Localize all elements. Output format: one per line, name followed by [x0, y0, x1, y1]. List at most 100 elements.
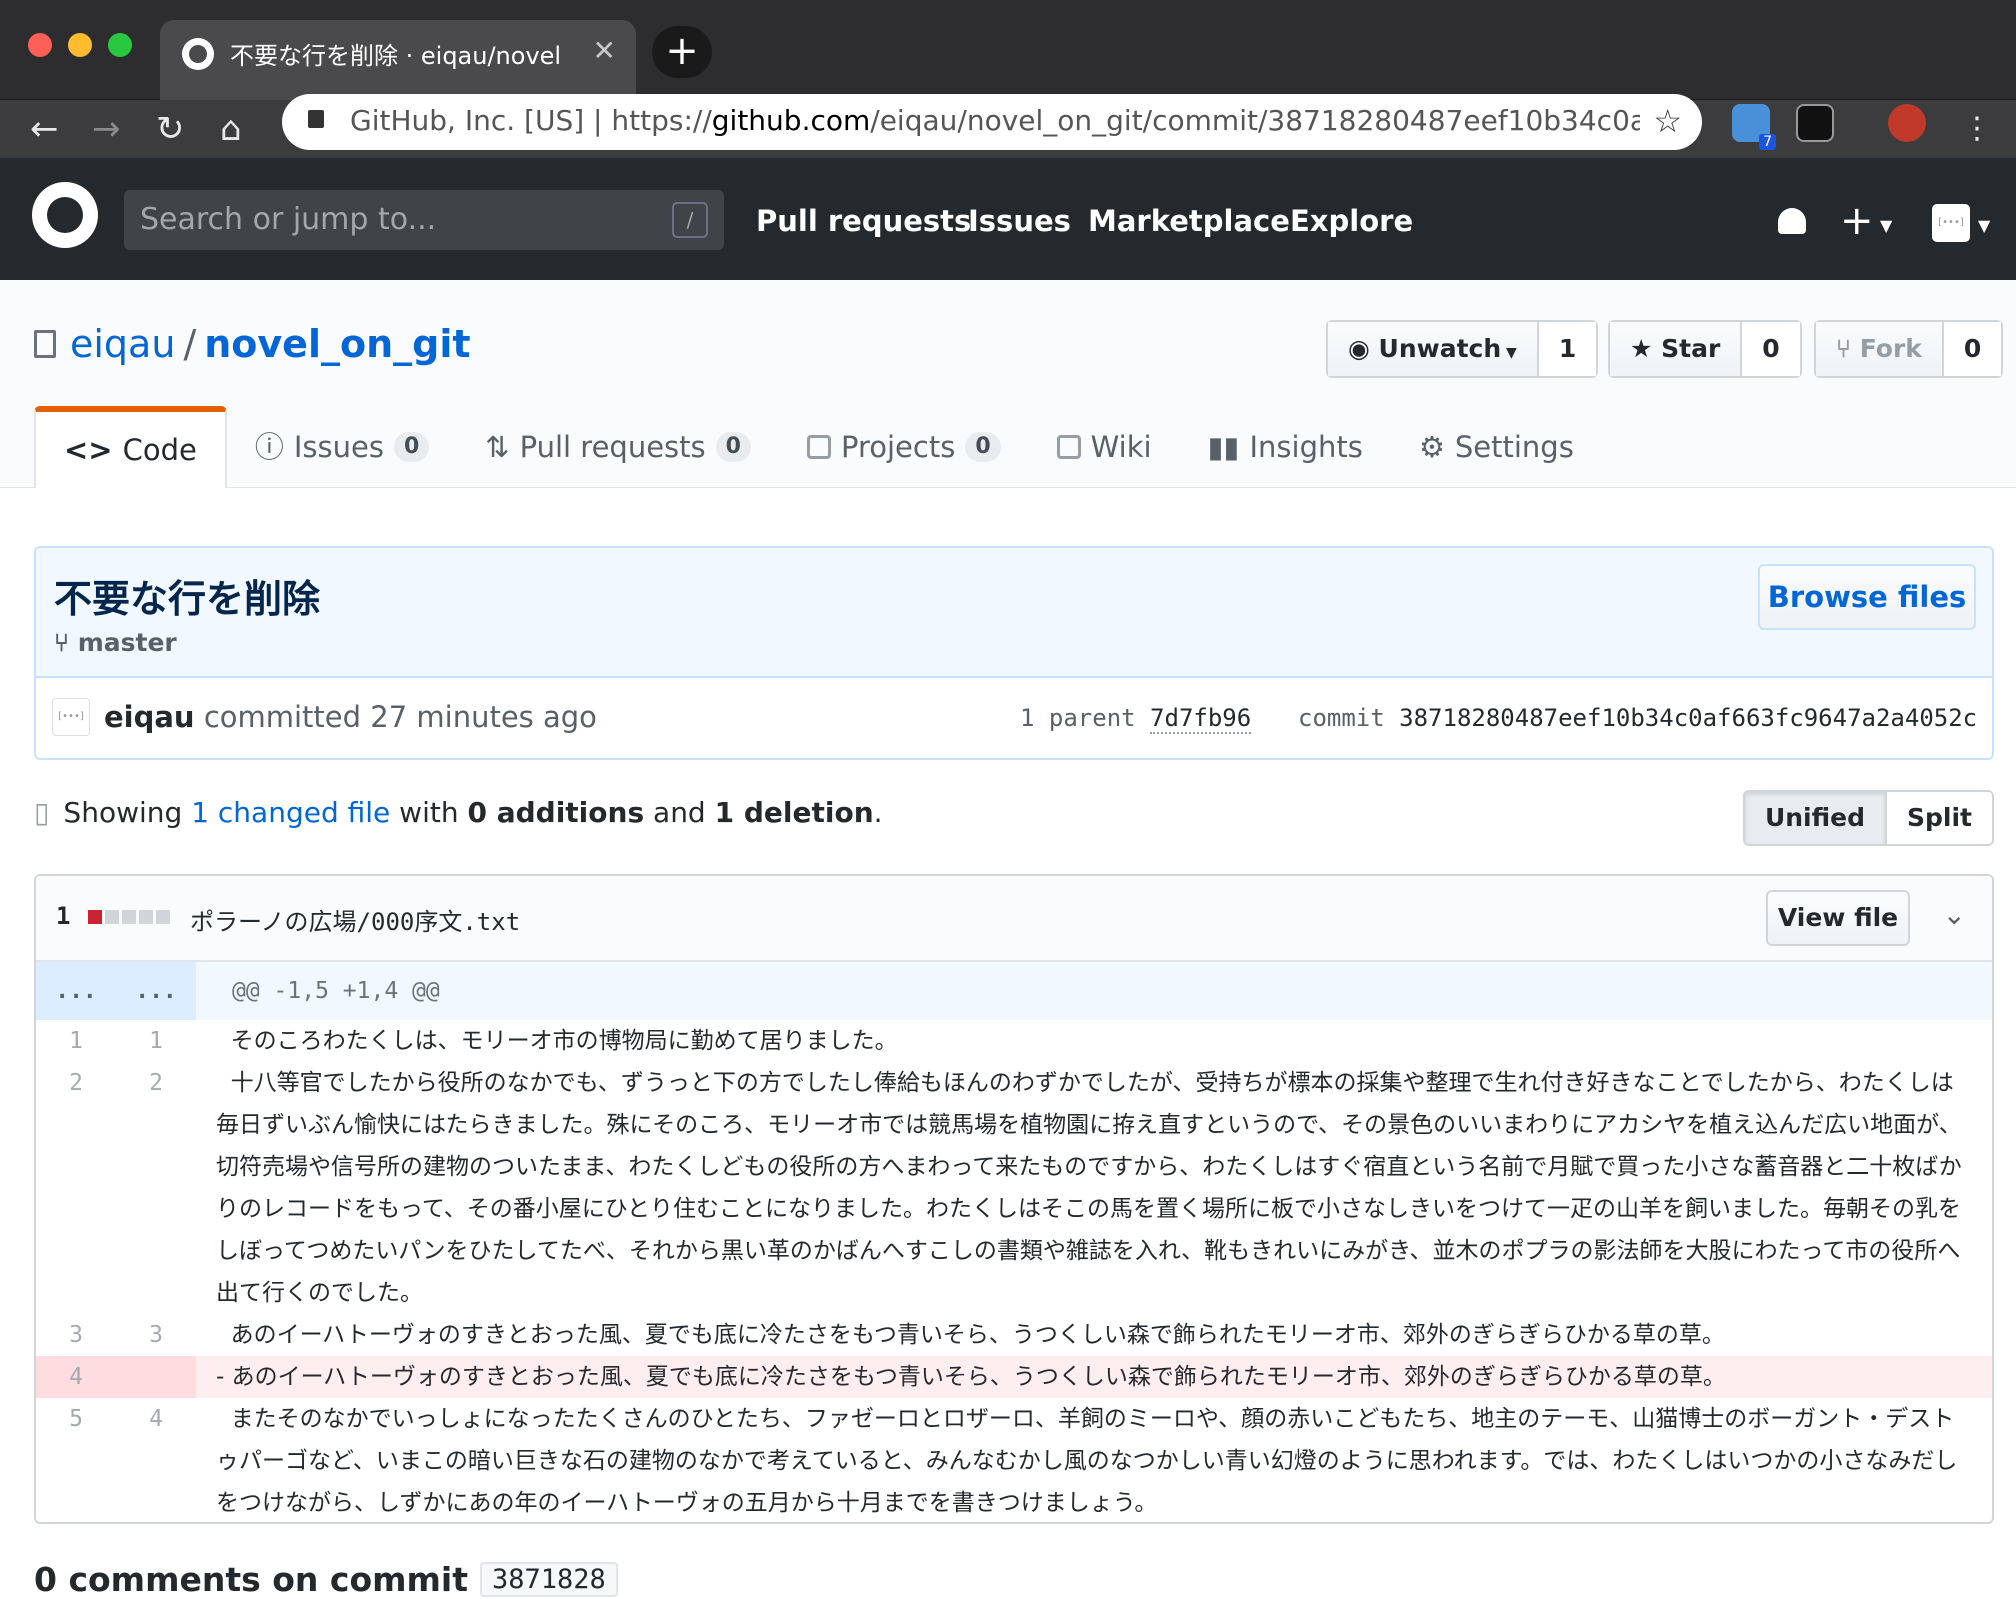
maximize-window-button[interactable]: [108, 33, 132, 57]
nav-explore[interactable]: Explore: [1290, 204, 1413, 238]
nav-pull-requests[interactable]: Pull requests: [756, 204, 971, 238]
profile-avatar-icon[interactable]: [1888, 104, 1926, 142]
branch-name[interactable]: master: [78, 628, 177, 657]
nav-issues[interactable]: Issues: [968, 204, 1071, 238]
new-line-number[interactable]: 2: [116, 1062, 196, 1314]
reload-icon[interactable]: ↻: [156, 106, 185, 152]
tab-label: Insights: [1249, 430, 1363, 464]
old-line-number[interactable]: 4: [36, 1356, 116, 1398]
hunk-header: ... ... @@ -1,5 +1,4 @@: [36, 962, 1992, 1020]
comments-sha[interactable]: 3871828: [479, 1562, 618, 1597]
book-icon: [1056, 435, 1081, 459]
browser-tab[interactable]: 不要な行を削除 · eiqau/novel_o ✕: [160, 20, 636, 100]
pull-request-icon: ⇅: [485, 430, 510, 464]
repo-name-link[interactable]: novel_on_git: [204, 322, 470, 366]
expand-up-icon[interactable]: ...: [36, 962, 116, 1020]
browse-files-button[interactable]: Browse files: [1758, 564, 1976, 630]
watch-count[interactable]: 1: [1538, 322, 1597, 376]
tab-code[interactable]: <> Code: [34, 406, 227, 488]
lock-icon: [308, 110, 324, 128]
issue-icon: ⓘ: [254, 430, 284, 464]
old-line-number[interactable]: 1: [36, 1020, 116, 1062]
forward-icon[interactable]: →: [92, 106, 121, 152]
old-line-number[interactable]: 5: [36, 1398, 116, 1522]
hunk-text: @@ -1,5 +1,4 @@: [232, 978, 440, 1004]
chevron-down-icon[interactable]: ▼: [1880, 216, 1892, 235]
line-content: またそのなかでいっしょになったたくさんのひとたち、ファゼーロとロザーロ、羊飼のミ…: [216, 1406, 1958, 1516]
github-favicon-icon: [182, 38, 214, 70]
tab-projects[interactable]: Projects 0: [779, 406, 1029, 488]
fork-button[interactable]: ⑂ Fork: [1816, 322, 1944, 376]
tab-counter: 0: [715, 432, 751, 462]
create-new-plus-icon[interactable]: +: [1840, 198, 1874, 244]
fork-count[interactable]: 0: [1943, 322, 2002, 376]
nav-marketplace[interactable]: Marketplace: [1088, 204, 1290, 238]
author-link[interactable]: eiqau: [104, 700, 195, 734]
gear-icon: ⚙: [1418, 430, 1445, 464]
view-file-button[interactable]: View file: [1766, 890, 1910, 946]
search-input[interactable]: Search or jump to... /: [124, 190, 724, 250]
author-avatar[interactable]: [•••]: [52, 698, 90, 736]
new-line-number[interactable]: 4: [116, 1398, 196, 1522]
incognito-extension-icon[interactable]: [1796, 104, 1834, 142]
close-window-button[interactable]: [28, 33, 52, 57]
chevron-down-icon[interactable]: ⌄: [1943, 898, 1966, 931]
star-button[interactable]: ★ Star: [1610, 322, 1743, 376]
summary-end: .: [873, 796, 883, 829]
address-bar[interactable]: GitHub, Inc. [US] | https://github.com/e…: [282, 94, 1702, 150]
new-tab-button[interactable]: +: [652, 26, 712, 78]
tab-insights[interactable]: ▮▮ Insights: [1180, 406, 1391, 488]
browser-menu-icon[interactable]: ⋮: [1962, 106, 1992, 152]
extension-badge: 7: [1759, 134, 1776, 150]
line-content: あのイーハトーヴォのすきとおった風、夏でも底に冷たさをもつ青いそら、うつくしい森…: [216, 1322, 1725, 1348]
unwatch-label: Unwatch: [1378, 334, 1502, 363]
old-line-number[interactable]: 2: [36, 1062, 116, 1314]
back-icon[interactable]: ←: [30, 106, 59, 152]
chevron-down-icon[interactable]: ▼: [1978, 216, 1990, 235]
new-line-number[interactable]: 1: [116, 1020, 196, 1062]
home-icon[interactable]: ⌂: [220, 106, 242, 152]
url-prefix: https://: [611, 104, 712, 137]
commit-sha: commit 38718280487eef10b34c0af663fc9647a…: [1298, 704, 1977, 732]
old-line-number[interactable]: 3: [36, 1314, 116, 1356]
new-line-number[interactable]: 3: [116, 1314, 196, 1356]
tab-settings[interactable]: ⚙ Settings: [1391, 406, 1602, 488]
tab-label: Wiki: [1090, 430, 1152, 464]
search-shortcut-key: /: [672, 202, 708, 238]
mail-extension-icon[interactable]: 7: [1732, 104, 1776, 150]
code-icon: <>: [64, 433, 113, 467]
close-tab-icon[interactable]: ✕: [593, 34, 616, 67]
bookmark-star-icon[interactable]: ☆: [1653, 102, 1682, 140]
github-header: Search or jump to... / Pull requests Iss…: [0, 158, 2016, 280]
commit-sha-value[interactable]: 38718280487eef10b34c0af663fc9647a2a4052c: [1399, 704, 1977, 732]
star-count[interactable]: 0: [1742, 322, 1800, 376]
parent-sha-link[interactable]: 7d7fb96: [1150, 704, 1252, 734]
user-avatar[interactable]: [•••]: [1932, 204, 1970, 242]
diff-line: 1 1 そのころわたくしは、モリーオ市の博物局に勤めて居りました。: [36, 1020, 1992, 1062]
new-line-number[interactable]: [116, 1356, 196, 1398]
unwatch-button[interactable]: ◉ Unwatch ▼: [1328, 322, 1539, 376]
unified-button[interactable]: Unified: [1744, 792, 1887, 844]
tab-issues[interactable]: ⓘ Issues 0: [227, 406, 457, 488]
split-button[interactable]: Split: [1887, 792, 1992, 844]
tab-label: Code: [122, 433, 197, 467]
watch-group: ◉ Unwatch ▼ 1: [1326, 320, 1599, 378]
changed-files-link[interactable]: 1 changed file: [191, 796, 390, 829]
tab-pull-requests[interactable]: ⇅ Pull requests 0: [457, 406, 779, 488]
summary-text: Showing 1 changed file with 0 additions …: [63, 796, 882, 829]
notification-bell-icon[interactable]: [1778, 208, 1806, 234]
address-text[interactable]: GitHub, Inc. [US] | https://github.com/e…: [350, 104, 1640, 137]
diff-line: 3 3 あのイーハトーヴォのすきとおった風、夏でも底に冷たさをもつ青いそら、うつ…: [36, 1314, 1992, 1356]
file-name[interactable]: ポラーノの広場/000序文.txt: [190, 902, 520, 937]
expand-down-icon[interactable]: ...: [116, 962, 196, 1020]
tab-wiki[interactable]: Wiki: [1029, 406, 1180, 488]
github-logo-icon[interactable]: [32, 182, 98, 248]
repo-header: eiqau / novel_on_git ◉ Unwatch ▼ 1 ★ Star …: [0, 280, 2016, 488]
minimize-window-button[interactable]: [68, 33, 92, 57]
tab-label: Issues: [293, 430, 384, 464]
eye-icon: ◉: [1348, 334, 1379, 363]
summary-with: with: [399, 796, 459, 829]
repo-owner-link[interactable]: eiqau: [70, 322, 175, 366]
line-content: 十八等官でしたから役所のなかでも、ずうっと下の方でしたし俸給もほんのわずかでした…: [216, 1070, 1962, 1306]
branch-icon: ⑂: [54, 628, 78, 657]
